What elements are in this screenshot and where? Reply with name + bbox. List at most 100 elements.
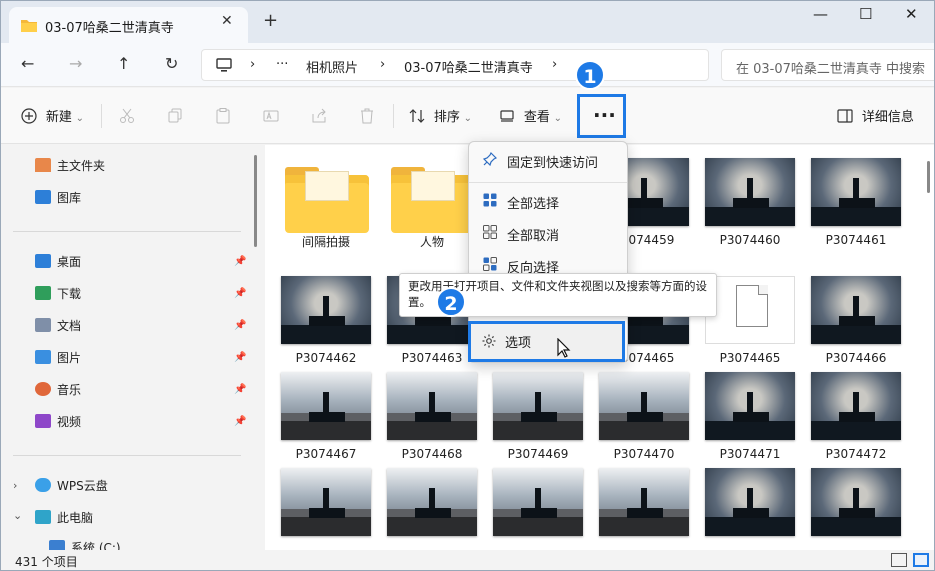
sidebar-divider (13, 231, 241, 232)
sidebar-item-videos[interactable]: 视频 (35, 413, 81, 430)
chevron-right-icon[interactable]: › (13, 479, 17, 492)
sidebar-item-music[interactable]: 音乐 (35, 381, 81, 398)
file-item[interactable]: P3074462 (277, 271, 375, 371)
menu-divider (469, 182, 627, 183)
address-box[interactable]: › ··· 相机照片 › 03-07哈桑二世清真寺 › (201, 49, 709, 81)
paste-icon[interactable] (215, 108, 231, 124)
status-bar: 431 个项目 (1, 550, 934, 570)
close-button[interactable]: ✕ (905, 5, 918, 23)
file-name: P3074460 (719, 233, 781, 247)
menu-item-options[interactable]: 选项 (468, 321, 625, 362)
file-item[interactable] (595, 463, 693, 563)
file-item[interactable]: P3074469 (489, 367, 587, 467)
sort-button[interactable]: 排序 ⌄ (409, 106, 472, 125)
file-item[interactable]: P3074460 (701, 153, 799, 253)
breadcrumb-more[interactable]: ··· (276, 57, 288, 72)
cut-icon[interactable] (119, 108, 135, 124)
photo-thumbnail (705, 468, 795, 536)
tab-close-icon[interactable]: ✕ (221, 13, 233, 29)
up-button[interactable]: ↑ (117, 54, 130, 73)
video-icon (35, 414, 51, 428)
sidebar-item-thispc[interactable]: 此电脑 (35, 509, 93, 526)
sidebar-item-gallery[interactable]: 图库 (35, 189, 81, 206)
sidebar-item-home[interactable]: 主文件夹 (35, 157, 105, 174)
file-item[interactable]: P3074467 (277, 367, 375, 467)
tab-current-folder[interactable]: 03-07哈桑二世清真寺 ✕ (9, 7, 248, 43)
title-bar: 03-07哈桑二世清真寺 ✕ + — ☐ ✕ (1, 1, 934, 43)
file-name: P3074462 (295, 351, 357, 365)
file-name: P3074467 (295, 447, 357, 461)
sidebar-item-pictures[interactable]: 图片 (35, 349, 81, 366)
details-view-icon[interactable] (891, 553, 907, 567)
refresh-button[interactable]: ↻ (165, 54, 178, 73)
pin-icon: 📌 (234, 320, 247, 331)
file-item[interactable]: P3074466 (807, 271, 905, 371)
menu-item-label: 选项 (505, 336, 532, 351)
sidebar-item-desktop[interactable]: 桌面 (35, 253, 81, 270)
new-button[interactable]: 新建 ⌄ (21, 106, 84, 125)
rename-icon[interactable] (263, 108, 279, 124)
file-item[interactable]: P3074471 (701, 367, 799, 467)
menu-item-select-none[interactable]: 全部取消 (471, 218, 625, 248)
photo-thumbnail (705, 158, 795, 226)
menu-item-pin-quick-access[interactable]: 固定到快速访问 (471, 145, 625, 175)
menu-item-label: 全部选择 (507, 197, 560, 212)
pictures-icon (35, 350, 51, 364)
photo-thumbnail (811, 468, 901, 536)
file-item[interactable] (701, 463, 799, 563)
file-item[interactable]: P3074470 (595, 367, 693, 467)
back-button[interactable]: ← (21, 54, 34, 73)
photo-thumbnail (811, 276, 901, 344)
file-item[interactable] (489, 463, 587, 563)
pin-icon: 📌 (234, 416, 247, 427)
sidebar-scrollbar[interactable] (254, 155, 257, 247)
select-all-icon (483, 193, 497, 207)
file-item[interactable]: P3074468 (383, 367, 481, 467)
pin-icon: 📌 (234, 384, 247, 395)
sidebar-item-drive-c[interactable]: 系统 (C:) (49, 539, 121, 550)
sidebar-item-label: 音乐 (57, 383, 82, 397)
sidebar-item-wps[interactable]: WPS云盘 (35, 477, 108, 494)
pin-icon: 📌 (234, 288, 247, 299)
file-item[interactable]: P3074472 (807, 367, 905, 467)
delete-icon[interactable] (359, 108, 375, 124)
photo-thumbnail (493, 468, 583, 536)
file-item[interactable] (807, 463, 905, 563)
menu-item-label: 固定到快速访问 (507, 156, 599, 171)
file-name: P3074461 (825, 233, 887, 247)
menu-item-select-all[interactable]: 全部选择 (471, 186, 625, 216)
breadcrumb-item[interactable]: 相机照片 (306, 57, 358, 76)
copy-icon[interactable] (167, 108, 183, 124)
home-icon (35, 158, 51, 172)
computer-icon (216, 58, 232, 72)
file-name: P3074466 (825, 351, 887, 365)
new-tab-button[interactable]: + (263, 10, 278, 31)
folder-item[interactable]: 人物 (383, 153, 481, 253)
maximize-button[interactable]: ☐ (859, 5, 872, 23)
view-button[interactable]: 查看 ⌄ (499, 106, 562, 125)
search-input[interactable]: 在 03-07哈桑二世清真寺 中搜索 (721, 49, 934, 81)
breadcrumb-item[interactable]: 03-07哈桑二世清真寺 (404, 57, 533, 76)
sidebar-item-label: 文档 (57, 319, 82, 333)
file-item[interactable]: P3074461 (807, 153, 905, 253)
folder-item[interactable]: 间隔拍摄 (277, 153, 375, 253)
large-icons-view-icon[interactable] (913, 553, 929, 567)
sidebar-item-documents[interactable]: 文档 (35, 317, 81, 334)
cloud-icon (35, 478, 51, 492)
details-button[interactable]: 详细信息 (837, 106, 914, 125)
see-more-button[interactable]: ··· (577, 94, 626, 138)
address-bar-row: ← → ↑ ↻ › ··· 相机照片 › 03-07哈桑二世清真寺 › 在 03… (1, 43, 934, 87)
chevron-down-icon[interactable]: ⌄ (13, 509, 22, 522)
more-dots-icon: ··· (593, 103, 616, 127)
file-name: 间隔拍摄 (301, 235, 350, 249)
share-icon[interactable] (311, 108, 327, 124)
content-scrollbar[interactable] (927, 161, 930, 193)
file-name: 人物 (419, 235, 444, 249)
navigation-pane: 主文件夹 图库 桌面 📌 下载 📌 文档 📌 图片 📌 音乐 📌 视频 📌 › … (1, 145, 257, 550)
sidebar-item-downloads[interactable]: 下载 (35, 285, 81, 302)
minimize-button[interactable]: — (813, 5, 828, 23)
forward-button[interactable]: → (69, 54, 82, 73)
file-item[interactable] (277, 463, 375, 563)
photo-thumbnail (811, 158, 901, 226)
file-item[interactable] (383, 463, 481, 563)
